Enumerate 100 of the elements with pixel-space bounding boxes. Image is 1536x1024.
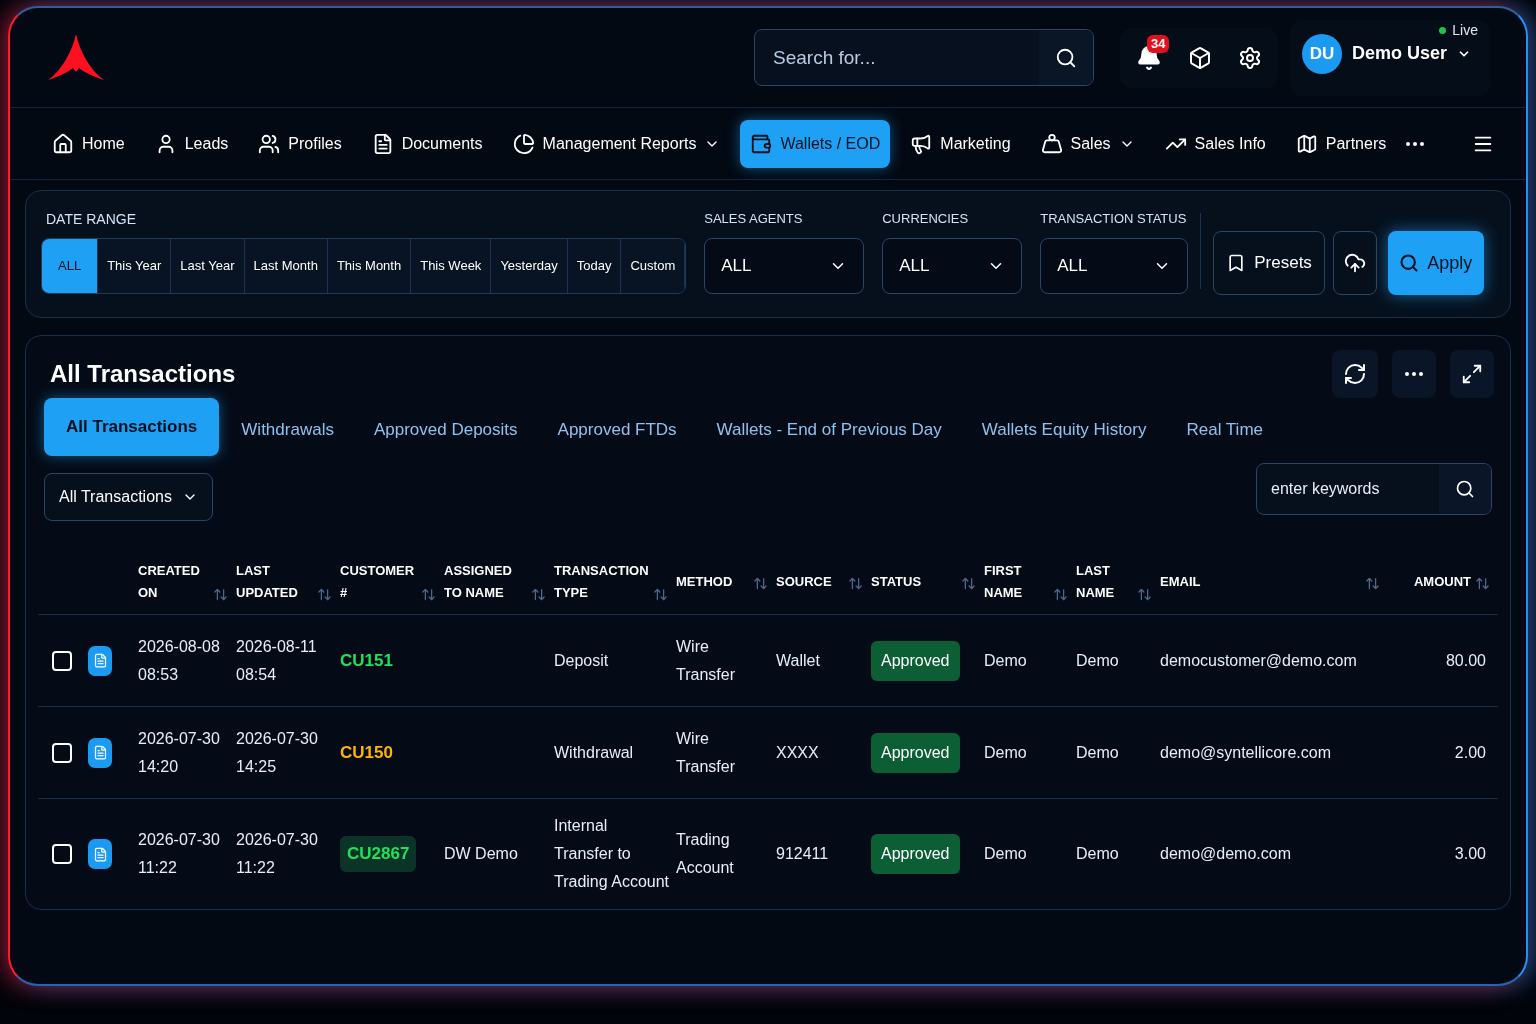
sort-icon[interactable] <box>531 586 546 602</box>
date-range-option[interactable]: This Month <box>327 239 412 293</box>
tab[interactable]: Real Time <box>1186 411 1263 443</box>
nav-item[interactable]: Profiles <box>248 119 352 168</box>
upload-button[interactable] <box>1332 231 1377 295</box>
nav-item[interactable]: Sales <box>1030 119 1145 168</box>
column-header[interactable]: SOURCE <box>776 570 836 593</box>
updated-cell-text: 2026-07-30 14:25 <box>236 728 319 777</box>
nav-item[interactable]: Home <box>42 119 135 168</box>
row-checkbox[interactable] <box>52 742 72 763</box>
column-header[interactable]: CREATED ON <box>138 559 200 604</box>
created-cell-text: 2026-08-08 08:53 <box>138 636 221 685</box>
amount-cell-text: 3.00 <box>1453 844 1487 864</box>
view-select[interactable]: All Transactions <box>44 473 213 521</box>
tab[interactable]: Withdrawals <box>241 411 334 443</box>
expand-button[interactable] <box>1450 350 1494 398</box>
nav-item[interactable]: Wallets / EOD <box>740 119 891 168</box>
date-range-option[interactable]: Last Month <box>244 239 328 293</box>
sort-icon[interactable] <box>1137 586 1152 602</box>
status-badge: Approved <box>871 732 960 773</box>
method-cell-text: Wire Transfer <box>676 728 736 777</box>
nav-item[interactable]: Documents <box>361 119 493 168</box>
search-icon[interactable] <box>1439 464 1491 514</box>
nav-item[interactable]: Marketing <box>900 119 1021 168</box>
column-header[interactable]: EMAIL <box>1160 570 1220 593</box>
type-cell-text: Withdrawal <box>554 742 635 763</box>
pie-chart-icon <box>512 132 535 155</box>
source-cell-text: XXXX <box>776 742 820 763</box>
column-header[interactable]: STATUS <box>871 570 931 593</box>
more-icon[interactable] <box>1406 141 1425 146</box>
column-header[interactable]: LAST UPDATED <box>236 559 298 604</box>
search-box[interactable]: Search for... <box>754 29 1094 86</box>
filter-label: DATE RANGE <box>46 210 137 229</box>
column-header[interactable]: CUSTOMER # <box>340 559 417 604</box>
created-cell-text: 2026-07-30 14:20 <box>138 728 221 777</box>
date-range-option[interactable]: Today <box>567 239 622 293</box>
customer-id[interactable]: CU150 <box>340 739 393 766</box>
column-header[interactable]: LAST NAME <box>1076 559 1126 604</box>
search-icon[interactable] <box>1039 30 1093 85</box>
tab[interactable]: Approved Deposits <box>373 411 518 443</box>
source-cell-text: Wallet <box>776 650 821 671</box>
column-header[interactable]: FIRST NAME <box>984 559 1034 604</box>
sort-icon[interactable] <box>753 575 768 591</box>
tab[interactable]: Wallets - End of Previous Day <box>716 411 942 443</box>
row-checkbox[interactable] <box>52 650 72 671</box>
assigned-cell-text: DW Demo <box>444 844 519 864</box>
tab[interactable]: Wallets Equity History <box>981 411 1147 443</box>
dropdown-select[interactable]: ALL <box>704 238 865 294</box>
more-button[interactable] <box>1392 350 1436 398</box>
source-cell-text: 912411 <box>776 844 830 864</box>
type-cell-text: Deposit <box>554 650 610 671</box>
column-header[interactable]: AMOUNT <box>1411 570 1471 593</box>
nav-item[interactable]: Management Reports <box>502 119 731 168</box>
date-range-option[interactable]: This Year <box>98 239 172 293</box>
presets-button[interactable]: Presets <box>1213 231 1325 295</box>
document-button[interactable] <box>88 645 112 676</box>
document-icon <box>92 745 108 760</box>
date-range-option[interactable]: This Week <box>411 239 492 293</box>
last-name-cell-text: Demo <box>1076 742 1120 763</box>
sort-icon[interactable] <box>213 586 228 602</box>
column-header[interactable]: METHOD <box>676 570 736 593</box>
map-icon <box>1295 132 1318 155</box>
nav-item[interactable]: Partners <box>1285 119 1397 168</box>
customer-id-badge[interactable]: CU2867 <box>340 836 417 872</box>
settings-icon[interactable] <box>1238 45 1262 70</box>
sort-icon[interactable] <box>421 586 436 602</box>
sort-icon[interactable] <box>1053 586 1068 602</box>
customer-id[interactable]: CU151 <box>340 647 393 674</box>
document-icon <box>92 846 108 862</box>
tab[interactable]: All Transactions <box>44 398 220 456</box>
document-button[interactable] <box>88 839 112 869</box>
date-range-option[interactable]: ALL <box>42 239 99 293</box>
wallet-icon <box>750 132 773 155</box>
tab[interactable]: Approved FTDs <box>557 411 677 443</box>
sort-icon[interactable] <box>961 575 976 591</box>
sort-icon[interactable] <box>848 575 863 591</box>
dropdown-select[interactable]: ALL <box>882 238 1023 294</box>
keyword-search-box[interactable]: enter keywords <box>1256 463 1492 515</box>
nav-item[interactable]: Sales Info <box>1154 119 1276 168</box>
customer-id[interactable]: CU2867 <box>347 844 410 864</box>
first-name-cell-text: Demo <box>984 844 1028 864</box>
sort-icon[interactable] <box>1475 575 1490 591</box>
sort-icon[interactable] <box>653 586 668 602</box>
nav-item[interactable]: Leads <box>144 119 239 168</box>
sort-icon[interactable] <box>317 586 332 602</box>
sort-icon[interactable] <box>1365 575 1380 591</box>
date-range-option[interactable]: Yesterday <box>491 239 568 293</box>
type-cell-text: Internal Transfer to Trading Account <box>554 816 671 892</box>
row-checkbox[interactable] <box>52 844 72 864</box>
apply-button[interactable]: Apply <box>1387 231 1484 295</box>
document-button[interactable] <box>88 737 112 768</box>
search-field[interactable]: Search for... <box>755 30 1039 85</box>
cube-icon[interactable] <box>1188 45 1212 70</box>
house-icon <box>52 132 74 155</box>
column-header[interactable]: ASSIGNED TO NAME <box>444 559 514 604</box>
keyword-search-field[interactable]: enter keywords <box>1257 464 1439 514</box>
refresh-button[interactable] <box>1332 350 1378 398</box>
date-range-option[interactable]: Last Year <box>171 239 245 293</box>
dropdown-select[interactable]: ALL <box>1040 238 1189 294</box>
date-range-option[interactable]: Custom <box>621 239 686 293</box>
